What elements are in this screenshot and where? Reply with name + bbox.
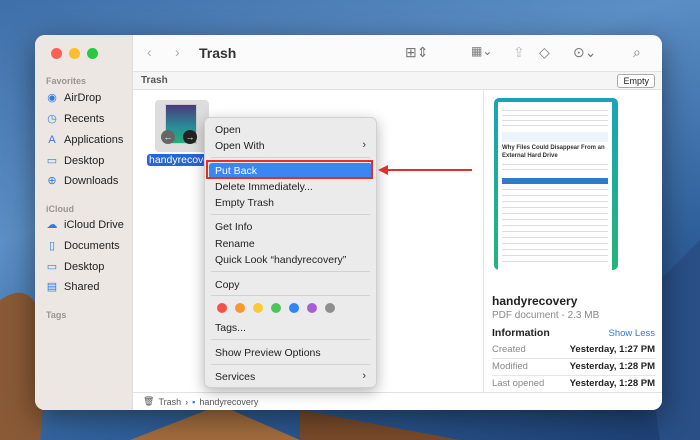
file-item[interactable]: ← → <box>155 100 209 152</box>
document-preview: Why Files Could Disappear From an Extern… <box>494 98 618 270</box>
menu-item-show-preview-options[interactable]: Show Preview Options <box>215 347 321 359</box>
empty-button[interactable]: Empty <box>617 74 655 88</box>
sidebar-item-recents[interactable]: ◷ Recents <box>46 110 104 128</box>
sidebar: Favorites ◉ AirDrop ◷ Recents A Application… <box>35 35 133 410</box>
path-item-trash[interactable]: Trash <box>158 397 181 407</box>
sidebar-item-shared[interactable]: ▤ Shared <box>46 278 100 296</box>
more-icon[interactable]: ⊙⌄ <box>573 44 596 61</box>
airdrop-icon: ◉ <box>47 92 57 104</box>
tag-yellow[interactable] <box>253 303 263 313</box>
document-icon: ▯ <box>48 240 56 252</box>
annotation-arrow <box>378 165 472 175</box>
sidebar-item-downloads[interactable]: ⊕ Downloads <box>46 172 118 190</box>
sidebar-item-icloud-desktop[interactable]: ▭ Desktop <box>46 258 105 276</box>
tag-green[interactable] <box>271 303 281 313</box>
favorites-header: Favorites <box>46 76 87 86</box>
arrow-right-icon: → <box>183 130 197 144</box>
location-label: Trash <box>141 75 168 86</box>
sidebar-item-icloud-drive[interactable]: ☁ iCloud Drive <box>46 216 124 234</box>
menu-item-open-with[interactable]: Open With <box>215 140 265 152</box>
desktop-icon: ▭ <box>46 155 58 167</box>
path-item-file[interactable]: handyrecovery <box>199 397 258 407</box>
tag-colors <box>217 303 335 313</box>
tag-purple[interactable] <box>307 303 317 313</box>
cloud-icon: ☁ <box>46 219 58 231</box>
menu-item-rename[interactable]: Rename <box>215 238 255 250</box>
sidebar-item-applications[interactable]: A Applications <box>46 131 123 149</box>
view-grid-icon[interactable]: ⊞⇕ <box>405 44 428 61</box>
chevron-right-icon: › <box>362 139 366 151</box>
minimize-button[interactable] <box>69 48 80 59</box>
icloud-header: iCloud <box>46 204 74 214</box>
sidebar-item-desktop[interactable]: ▭ Desktop <box>46 152 105 170</box>
menu-item-copy[interactable]: Copy <box>215 279 240 291</box>
menu-item-open[interactable]: Open <box>215 124 241 136</box>
tag-gray[interactable] <box>325 303 335 313</box>
clock-icon: ◷ <box>47 113 57 125</box>
sidebar-item-airdrop[interactable]: ◉ AirDrop <box>46 89 101 107</box>
zoom-button[interactable] <box>87 48 98 59</box>
tags-header: Tags <box>46 310 67 320</box>
trash-icon: 🗑 <box>143 396 155 406</box>
menu-item-get-info[interactable]: Get Info <box>215 221 252 233</box>
preview-heading: Why Files Could Disappear From an Extern… <box>502 145 605 159</box>
toolbar: ‹ › Trash ⊞⇕ ▦⌄ ⇪ ◇ ⊙⌄ ⌕ <box>133 35 662 72</box>
desktop-icon: ▭ <box>46 261 58 273</box>
trash-header: Trash Empty <box>133 72 662 90</box>
tag-icon[interactable]: ◇ <box>539 44 550 61</box>
info-row-last-opened: Last opened Yesterday, 1:28 PM <box>492 378 655 389</box>
arrow-left-icon: ← <box>161 130 175 144</box>
info-row-modified: Modified Yesterday, 1:28 PM <box>492 361 655 376</box>
menu-item-quick-look[interactable]: Quick Look “handyrecovery” <box>215 254 346 266</box>
context-menu: Open Open With › Put Back Delete Immedia… <box>204 117 377 388</box>
shared-folder-icon: ▤ <box>46 281 58 293</box>
tag-blue[interactable] <box>289 303 299 313</box>
menu-item-delete-immediately[interactable]: Delete Immediately... <box>215 181 313 193</box>
forward-button[interactable]: › <box>175 44 180 60</box>
preview-pane: Why Files Could Disappear From an Extern… <box>484 90 662 392</box>
search-icon[interactable]: ⌕ <box>633 44 641 61</box>
information-heading: Information <box>492 327 550 339</box>
pdf-icon: ▪ <box>192 396 196 407</box>
sidebar-item-documents[interactable]: ▯ Documents <box>46 237 120 255</box>
menu-item-services[interactable]: Services <box>215 371 255 383</box>
tag-red[interactable] <box>217 303 227 313</box>
file-title: handyrecovery <box>492 294 578 308</box>
menu-item-empty-trash[interactable]: Empty Trash <box>215 197 274 209</box>
file-kind-size: PDF document - 2.3 MB <box>492 310 600 321</box>
show-less-link[interactable]: Show Less <box>609 328 655 339</box>
download-icon: ⊕ <box>47 175 57 187</box>
back-button[interactable]: ‹ <box>147 44 152 60</box>
menu-item-tags[interactable]: Tags... <box>215 322 246 334</box>
annotation-highlight-box <box>206 160 373 179</box>
info-row-created: Created Yesterday, 1:27 PM <box>492 344 655 359</box>
share-icon[interactable]: ⇪ <box>513 44 525 61</box>
close-button[interactable] <box>51 48 62 59</box>
path-bar: 🗑 Trash › ▪ handyrecovery <box>133 392 662 410</box>
group-icon[interactable]: ▦⌄ <box>471 44 492 58</box>
tag-orange[interactable] <box>235 303 245 313</box>
chevron-right-icon: › <box>362 370 366 382</box>
window-title: Trash <box>199 45 237 61</box>
applications-icon: A <box>48 134 56 146</box>
